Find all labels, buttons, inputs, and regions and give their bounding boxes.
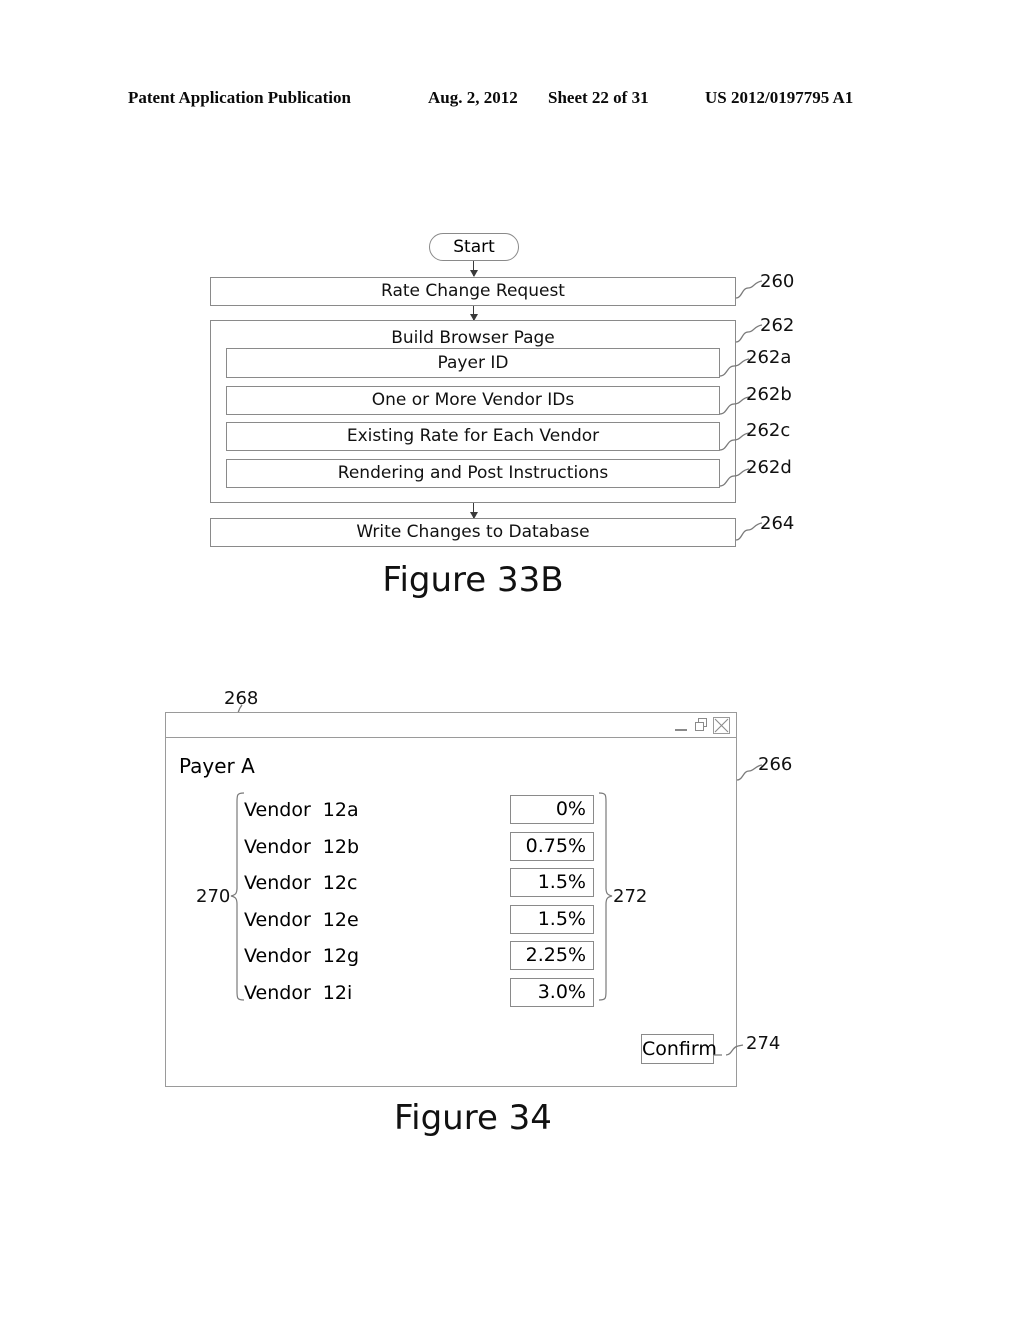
vendor-id: 12c: [322, 872, 358, 894]
rate-input[interactable]: 0%: [510, 795, 594, 824]
reference-number-264: 264: [760, 513, 795, 534]
flow-box-vendor-ids: One or More Vendor IDs: [226, 386, 720, 415]
flow-box-label: One or More Vendor IDs: [371, 390, 575, 410]
close-icon[interactable]: [713, 716, 730, 734]
vendor-id: 12g: [322, 945, 360, 967]
flow-box-label: Build Browser Page: [391, 328, 555, 348]
reference-number-272: 272: [613, 886, 648, 907]
publication-title: Patent Application Publication: [128, 88, 351, 107]
table-row: Vendor 12g 2.25%: [244, 941, 684, 978]
brace-vendor-list-270: [230, 792, 245, 1001]
restore-icon-front-square: [695, 721, 704, 731]
flow-box-label: Existing Rate for Each Vendor: [346, 426, 600, 446]
reference-number-262d: 262d: [746, 457, 792, 478]
browser-window: Payer A Vendor 12a 0% Vendor 12b 0.75% Ven…: [165, 712, 737, 1087]
reference-number-274: 274: [746, 1033, 781, 1054]
vendor-id: 12e: [322, 908, 359, 931]
arrow-rate-change-to-build-page: [469, 306, 478, 321]
vendor-id: 12a: [322, 799, 359, 821]
payer-name-label: Payer A: [179, 754, 255, 778]
leader-line-274: [714, 1044, 744, 1056]
restore-icon[interactable]: [693, 717, 710, 734]
brace-rate-list-272: [598, 792, 613, 1001]
flow-box-label: Rendering and Post Instructions: [337, 463, 609, 483]
table-row: Vendor 12i 3.0%: [244, 977, 684, 1015]
rate-input[interactable]: 0.75%: [510, 831, 594, 861]
reference-number-262b: 262b: [746, 384, 792, 405]
vendor-label: Vendor 12a: [244, 799, 359, 821]
flow-start-node: Start: [429, 233, 519, 261]
reference-number-260: 260: [760, 271, 795, 292]
window-controls: [673, 716, 730, 734]
reference-number-266: 266: [758, 754, 793, 775]
arrow-start-to-rate-change: [469, 261, 478, 277]
vendor-word: Vendor: [244, 799, 311, 821]
figure-34-caption: Figure 34: [394, 1098, 552, 1138]
flow-box-label: Write Changes to Database: [356, 522, 590, 542]
vendor-word: Vendor: [244, 981, 311, 1004]
vendor-word: Vendor: [244, 872, 311, 894]
vendor-label: Vendor 12g: [244, 945, 359, 967]
reference-number-270: 270: [196, 886, 231, 907]
confirm-button[interactable]: Confirm: [641, 1034, 717, 1064]
vendor-label: Vendor 12b: [244, 836, 359, 858]
table-row: Vendor 12a 0%: [244, 795, 684, 832]
flow-box-rate-change-request: Rate Change Request: [210, 277, 736, 306]
rate-input[interactable]: 3.0%: [510, 977, 594, 1007]
flow-box-write-changes-to-database: Write Changes to Database: [210, 518, 736, 547]
reference-number-262c: 262c: [746, 420, 791, 441]
flow-box-label: Rate Change Request: [381, 281, 565, 301]
vendor-word: Vendor: [244, 945, 311, 967]
flow-box-label: Payer ID: [437, 353, 509, 373]
vendor-label: Vendor 12c: [244, 872, 357, 894]
vendor-id: 12i: [322, 981, 353, 1004]
reference-number-268: 268: [224, 688, 259, 709]
vendor-label: Vendor 12e: [244, 909, 359, 931]
flow-box-payer-id: Payer ID: [226, 348, 720, 378]
publication-date: Aug. 2, 2012: [428, 88, 518, 107]
flow-box-rendering-post-instructions: Rendering and Post Instructions: [226, 459, 720, 488]
table-row: Vendor 12e 1.5%: [244, 904, 684, 942]
reference-number-262a: 262a: [746, 347, 792, 368]
page-header: Patent Application Publication Aug. 2, 2…: [0, 88, 1024, 116]
patent-number: US 2012/0197795 A1: [705, 88, 854, 107]
vendor-word: Vendor: [244, 835, 311, 858]
table-row: Vendor 12b 0.75%: [244, 831, 684, 869]
reference-number-262: 262: [760, 315, 795, 336]
figure-33b-caption: Figure 33B: [382, 560, 564, 600]
rate-input[interactable]: 1.5%: [510, 868, 594, 897]
flow-start-label: Start: [453, 237, 495, 257]
rate-input[interactable]: 2.25%: [510, 941, 594, 970]
vendor-id: 12b: [322, 835, 360, 858]
flow-box-existing-rate: Existing Rate for Each Vendor: [226, 422, 720, 451]
vendor-label: Vendor 12i: [244, 982, 352, 1004]
minimize-icon[interactable]: [673, 717, 690, 734]
vendor-word: Vendor: [244, 908, 311, 931]
arrow-build-page-to-write-changes: [469, 503, 478, 519]
sheet-number: Sheet 22 of 31: [548, 88, 649, 107]
rate-input[interactable]: 1.5%: [510, 904, 594, 934]
window-titlebar: [166, 713, 736, 738]
